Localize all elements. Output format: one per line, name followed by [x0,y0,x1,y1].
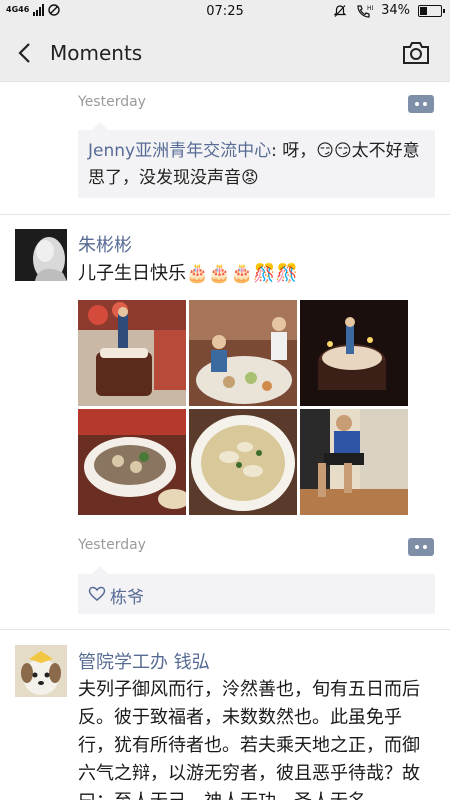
post-author[interactable]: 管院学工办 钱弘 [78,648,210,674]
post-divider [0,214,450,215]
avatar[interactable] [15,229,67,281]
call-icon: HD [357,5,373,18]
post-text: 儿子生日快乐🎂🎂🎂🎊🎊 [78,263,299,284]
battery-icon [418,4,445,17]
more-options-icon[interactable] [408,95,434,113]
likes-box: 栋爷 [78,566,435,614]
back-icon[interactable] [14,40,36,66]
page-title: Moments [50,41,143,65]
family-dinner-photo[interactable] [189,300,297,406]
post-timestamp: Yesterday [78,537,146,553]
soup-bowl-photo[interactable] [189,409,297,515]
nav-bar: Moments [0,24,450,82]
mute-icon [333,4,347,17]
avatar-image [15,645,67,697]
svg-text:HD: HD [367,5,373,12]
status-bar: 4G46 07:25 HD 34% [0,0,450,24]
post-divider [0,629,450,630]
comment[interactable]: Jenny亚洲青年交流中心: 呀，😏😏太不好意思了，没发现没声音😡 [78,130,435,200]
dumplings-plate-photo[interactable] [78,409,186,515]
post-timestamp: Yesterday [78,94,146,110]
heart-icon [88,586,106,601]
candle-cake-photo[interactable] [300,300,408,406]
comment-box: Jenny亚洲青年交流中心: 呀，😏😏太不好意思了，没发现没声音😡 [78,122,435,200]
more-options-icon[interactable] [408,538,434,556]
camera-icon[interactable] [402,40,430,66]
avatar[interactable] [15,645,67,697]
liker-name[interactable]: 栋爷 [110,583,144,608]
moments-feed[interactable]: Yesterday Jenny亚洲青年交流中心: 呀，😏😏太不好意思了，没发现没… [0,82,450,800]
battery-percent: 34% [381,3,410,18]
birthday-cake-photo[interactable] [78,300,186,406]
post-author[interactable]: 朱彬彬 [78,231,132,257]
post-text: 夫列子御风而行，泠然善也，旬有五日而后反。彼于致福者，未数数然也。此虽免乎行，犹… [78,679,420,800]
boy-sitting-photo[interactable] [300,409,408,515]
avatar-image [15,229,67,281]
status-right: HD 34% [333,3,445,18]
commenter-name[interactable]: Jenny亚洲青年交流中心 [88,141,271,161]
